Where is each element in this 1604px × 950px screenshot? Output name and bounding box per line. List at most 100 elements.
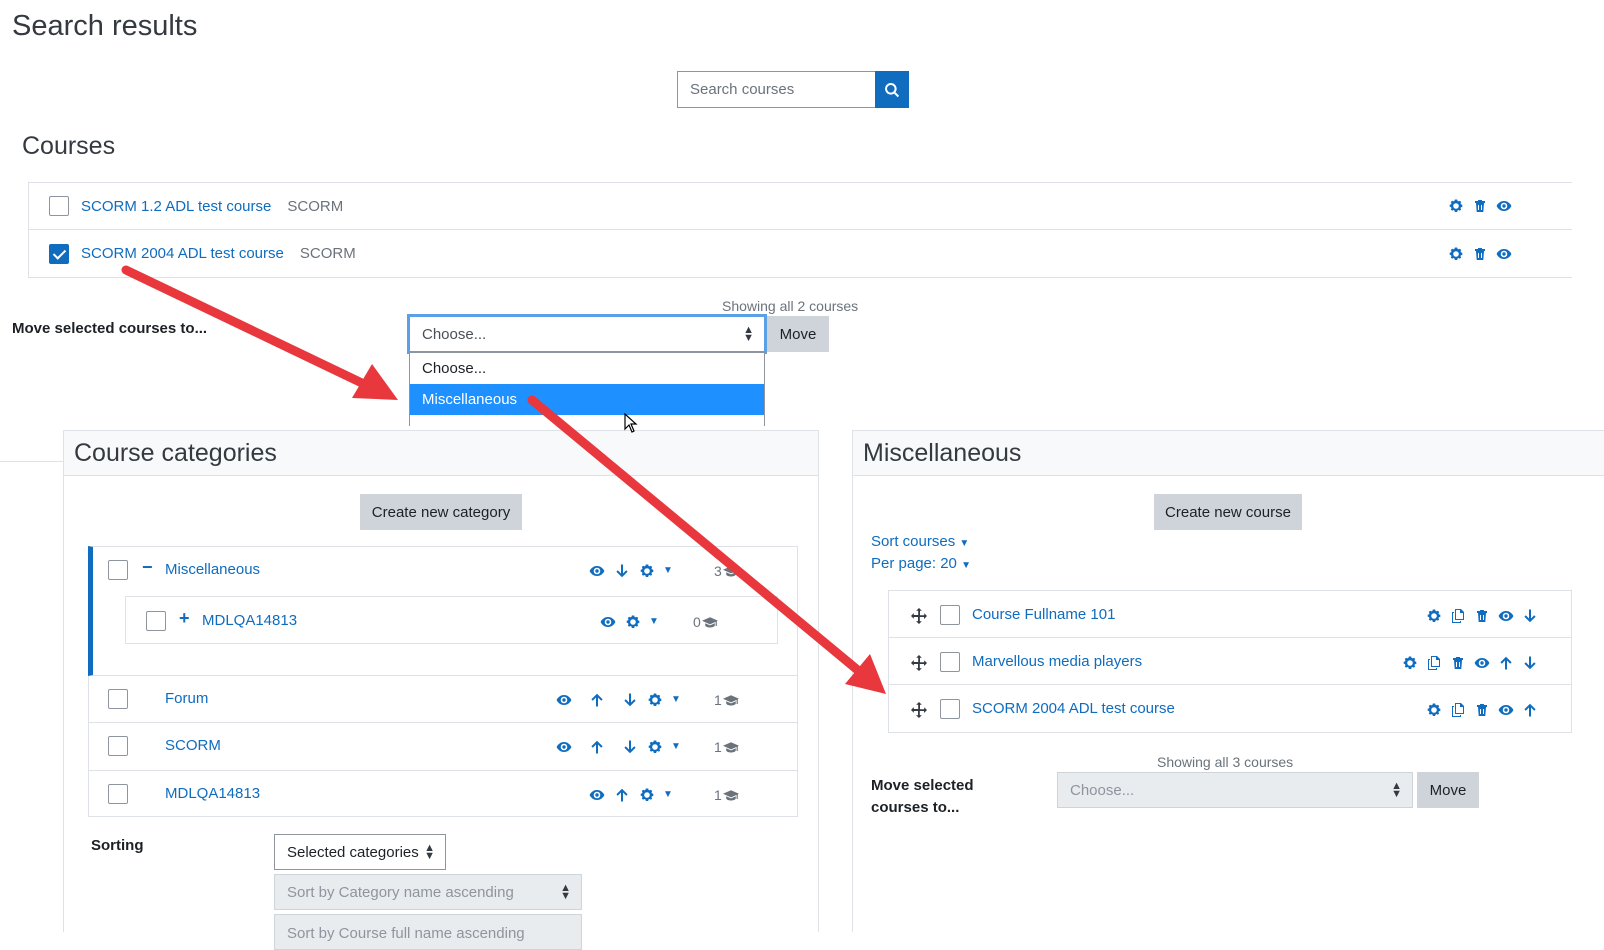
course-count: 1	[714, 738, 722, 755]
gear-icon[interactable]	[1425, 701, 1442, 718]
arrow-down-icon[interactable]	[1521, 654, 1538, 671]
gear-icon[interactable]	[624, 613, 641, 630]
eye-icon[interactable]	[1495, 245, 1512, 262]
select-caret-icon: ▲ ▼	[1391, 780, 1402, 800]
gear-icon[interactable]	[646, 738, 663, 755]
category-checkbox[interactable]	[108, 784, 128, 804]
course-checkbox[interactable]	[49, 243, 69, 264]
course-link[interactable]: Course Fullname 101	[972, 606, 1115, 623]
create-course-button[interactable]: Create new course	[1154, 494, 1302, 530]
sort-course-select[interactable]: Sort by Course full name ascending	[274, 914, 582, 950]
arrow-up-icon[interactable]	[613, 786, 630, 803]
arrow-down-icon[interactable]	[613, 562, 630, 579]
collapse-icon[interactable]: −	[142, 558, 153, 576]
sort-scope-select[interactable]: Selected categories ▲ ▼	[274, 834, 446, 870]
move-button[interactable]: Move	[767, 316, 829, 352]
search-course-list: SCORM 1.2 ADL test course SCORM SCORM 20…	[28, 182, 1572, 278]
eye-icon[interactable]	[555, 738, 572, 755]
course-checkbox[interactable]	[940, 699, 960, 719]
copy-icon[interactable]	[1449, 701, 1466, 718]
select-value: Sort by Category name ascending	[287, 883, 514, 901]
copy-icon[interactable]	[1449, 607, 1466, 624]
category-checkbox[interactable]	[108, 736, 128, 756]
arrow-up-icon[interactable]	[588, 691, 605, 708]
arrow-down-icon[interactable]	[621, 738, 638, 755]
courses-heading: Courses	[22, 132, 116, 160]
chevron-down-icon[interactable]: ▼	[663, 565, 673, 576]
category-checkbox[interactable]	[108, 560, 128, 580]
eye-icon[interactable]	[1473, 654, 1490, 671]
category-link[interactable]: Forum	[165, 690, 208, 707]
category-link[interactable]: SCORM	[165, 737, 221, 754]
gear-icon[interactable]	[638, 562, 655, 579]
course-link[interactable]: SCORM 2004 ADL test course	[81, 245, 284, 262]
move-category-dropdown: Choose... Miscellaneous	[409, 352, 765, 426]
move-button[interactable]: Move	[1417, 772, 1479, 808]
gear-icon[interactable]	[1401, 654, 1418, 671]
trash-icon[interactable]	[1471, 198, 1488, 215]
showing-count: Showing all 2 courses	[722, 298, 859, 314]
category-checkbox[interactable]	[146, 611, 166, 631]
graduation-cap-icon	[702, 613, 719, 630]
arrow-up-icon[interactable]	[1497, 654, 1514, 671]
category-link[interactable]: MDLQA14813	[202, 612, 297, 629]
course-count: 1	[714, 691, 722, 708]
expand-icon[interactable]: +	[179, 609, 190, 627]
gear-icon[interactable]	[1425, 607, 1442, 624]
course-link[interactable]: SCORM 1.2 ADL test course	[81, 198, 271, 215]
chevron-down-icon[interactable]: ▼	[671, 741, 681, 752]
course-link[interactable]: Marvellous media players	[972, 653, 1142, 670]
select-caret-icon: ▲ ▼	[560, 882, 571, 902]
arrow-down-icon[interactable]	[1521, 607, 1538, 624]
dropdown-option[interactable]: Choose...	[410, 353, 764, 384]
eye-icon[interactable]	[588, 562, 605, 579]
chevron-down-icon[interactable]: ▼	[671, 694, 681, 705]
arrow-down-icon[interactable]	[621, 691, 638, 708]
sort-courses-menu[interactable]: Sort courses ▼	[871, 533, 969, 550]
move-handle-icon[interactable]	[910, 607, 927, 624]
arrow-up-icon[interactable]	[588, 738, 605, 755]
category-link[interactable]: MDLQA14813	[165, 785, 260, 802]
trash-icon[interactable]	[1473, 607, 1490, 624]
select-caret-icon: ▲ ▼	[743, 324, 754, 344]
search-button[interactable]	[875, 71, 909, 108]
course-checkbox[interactable]	[49, 196, 69, 216]
eye-icon[interactable]	[555, 691, 572, 708]
category-checkbox[interactable]	[108, 689, 128, 709]
move-category-select[interactable]: Choose... ▲ ▼	[1057, 772, 1413, 808]
per-page-menu[interactable]: Per page: 20 ▼	[871, 555, 971, 572]
create-category-button[interactable]: Create new category	[360, 494, 522, 530]
divider	[888, 637, 1572, 638]
gear-icon[interactable]	[1447, 245, 1464, 262]
move-handle-icon[interactable]	[910, 701, 927, 718]
move-handle-icon[interactable]	[910, 654, 927, 671]
trash-icon[interactable]	[1473, 701, 1490, 718]
chevron-down-icon[interactable]: ▼	[663, 789, 673, 800]
sort-category-select[interactable]: Sort by Category name ascending ▲ ▼	[274, 874, 582, 910]
category-link[interactable]: Miscellaneous	[165, 561, 260, 578]
arrow-up-icon[interactable]	[1521, 701, 1538, 718]
categories-panel-title: Course categories	[64, 431, 818, 476]
eye-icon[interactable]	[1497, 701, 1514, 718]
copy-icon[interactable]	[1425, 654, 1442, 671]
trash-icon[interactable]	[1449, 654, 1466, 671]
gear-icon[interactable]	[638, 786, 655, 803]
search-input[interactable]	[677, 71, 875, 108]
course-checkbox[interactable]	[940, 652, 960, 672]
eye-icon[interactable]	[588, 786, 605, 803]
select-value: Selected categories	[287, 843, 419, 861]
eye-icon[interactable]	[599, 613, 616, 630]
graduation-cap-icon	[723, 786, 740, 803]
eye-icon[interactable]	[1497, 607, 1514, 624]
select-value: Choose...	[422, 325, 487, 343]
course-link[interactable]: SCORM 2004 ADL test course	[972, 700, 1175, 717]
gear-icon[interactable]	[1447, 198, 1464, 215]
course-checkbox[interactable]	[940, 605, 960, 625]
move-category-select[interactable]: Choose... ▲ ▼	[407, 314, 767, 354]
course-row: SCORM 2004 ADL test course SCORM	[29, 230, 1572, 277]
dropdown-option-selected[interactable]: Miscellaneous	[410, 384, 764, 415]
gear-icon[interactable]	[646, 691, 663, 708]
chevron-down-icon[interactable]: ▼	[649, 616, 659, 627]
eye-icon[interactable]	[1495, 198, 1512, 215]
trash-icon[interactable]	[1471, 245, 1488, 262]
